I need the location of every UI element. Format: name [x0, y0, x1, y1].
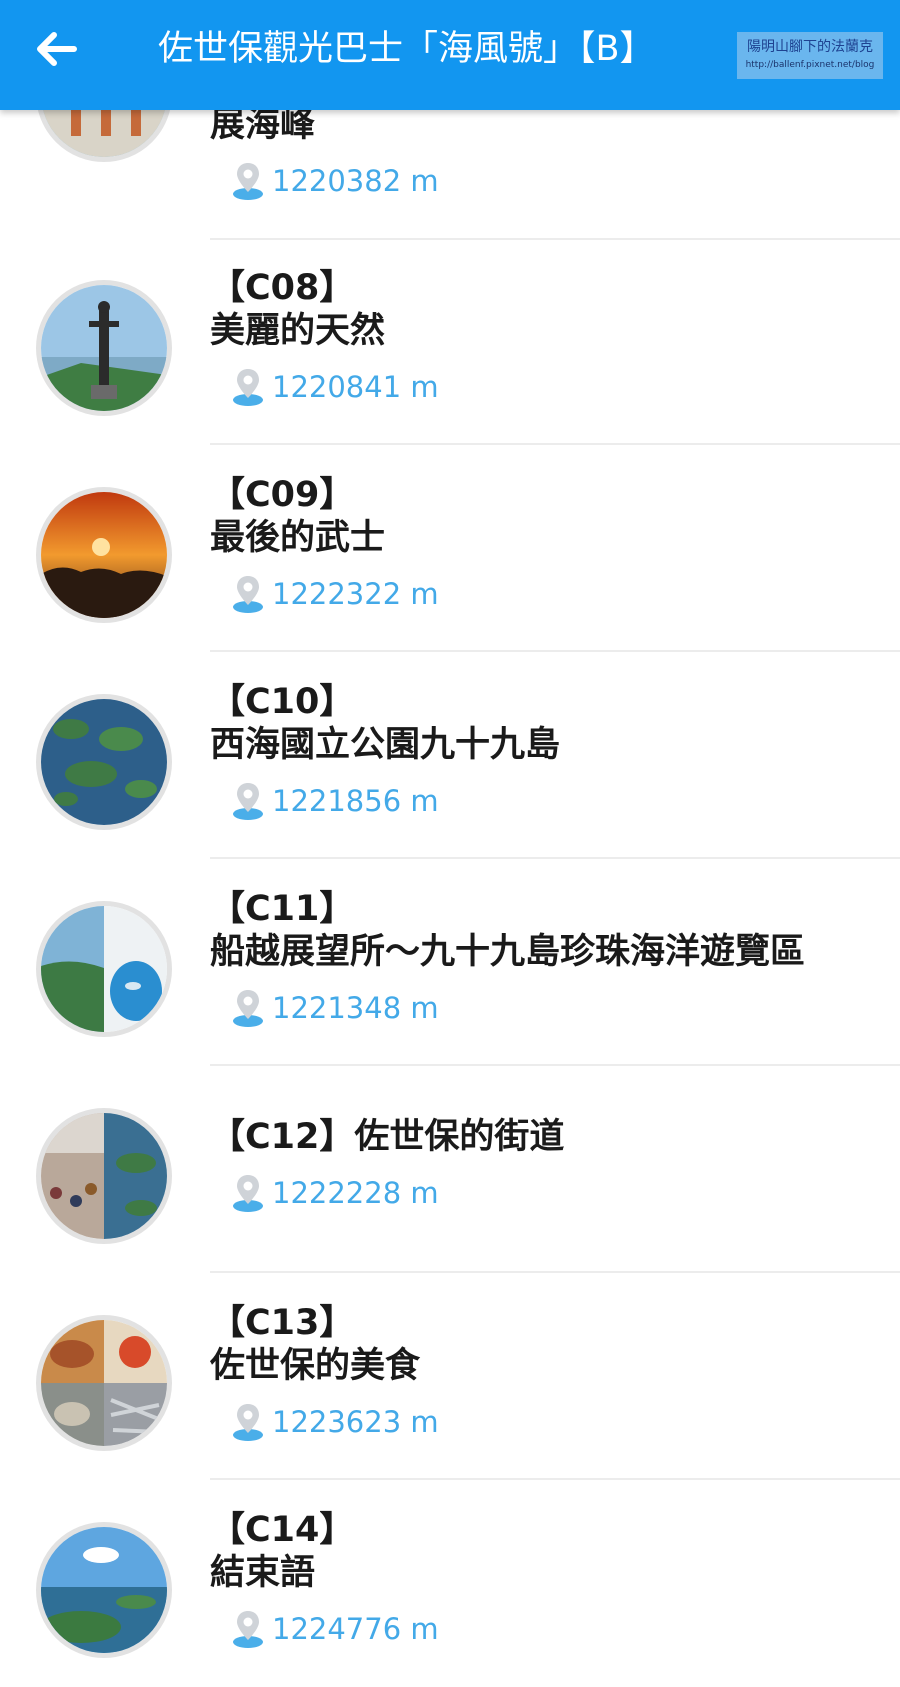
spot-thumbnail: [36, 1315, 172, 1451]
spot-distance: 1222322 m: [232, 573, 439, 615]
location-pin-icon: [233, 369, 263, 406]
arrow-left-icon: [37, 32, 77, 66]
list-item-c13[interactable]: 【C13】 佐世保的美食 1223623 m: [0, 1273, 900, 1480]
spot-code: 【C13】: [210, 1303, 355, 1343]
spot-code: 【C11】: [210, 889, 355, 929]
spot-code: 【C08】: [210, 268, 355, 308]
distance-value: 1224776 m: [272, 1612, 439, 1646]
spot-code: 【C14】: [210, 1510, 355, 1550]
spot-distance: 1220382 m: [232, 160, 439, 202]
location-pin-icon: [233, 1611, 263, 1648]
spot-thumbnail: [36, 280, 172, 416]
list-item-c11[interactable]: 【C11】 船越展望所～九十九島珍珠海洋遊覽區 1221348 m: [0, 859, 900, 1066]
spot-distance: 1224776 m: [232, 1608, 439, 1650]
spot-distance: 1222228 m: [232, 1172, 439, 1214]
location-pin-icon: [233, 163, 263, 200]
spot-name: 【C12】佐世保的街道: [210, 1117, 565, 1157]
location-pin-icon: [233, 990, 263, 1027]
distance-value: 1220841 m: [272, 370, 439, 404]
list-item-c09[interactable]: 【C09】 最後的武士 1222322 m: [0, 445, 900, 652]
distance-value: 1221856 m: [272, 784, 439, 818]
location-pin-icon: [233, 1175, 263, 1212]
spot-distance: 1223623 m: [232, 1401, 439, 1443]
spot-name: 船越展望所～九十九島珍珠海洋遊覽區: [210, 932, 806, 972]
location-pin-icon: [233, 783, 263, 820]
spot-thumbnail: [36, 1522, 172, 1658]
spot-thumbnail: [36, 694, 172, 830]
back-button[interactable]: [28, 26, 84, 72]
location-pin-icon: [233, 1404, 263, 1441]
spot-thumbnail: [36, 901, 172, 1037]
watermark-name: 陽明山腳下的法蘭克: [747, 39, 873, 55]
spot-name: 西海國立公園九十九島: [210, 725, 561, 765]
spot-distance: 1221856 m: [232, 780, 439, 822]
distance-value: 1221348 m: [272, 991, 439, 1025]
page-title: 佐世保觀光巴士「海風號」【B】: [158, 29, 655, 69]
spot-distance: 1220841 m: [232, 366, 439, 408]
spot-list: 展海峰 1220382 m 【C08】 美麗的天然 1220841 m 【C09…: [0, 0, 900, 1675]
app-bar: 佐世保觀光巴士「海風號」【B】 陽明山腳下的法蘭克 http://ballenf…: [0, 0, 900, 110]
spot-name: 最後的武士: [210, 518, 386, 558]
watermark: 陽明山腳下的法蘭克 http://ballenf.pixnet.net/blog: [737, 32, 883, 79]
spot-name: 結束語: [210, 1553, 316, 1593]
list-item-c10[interactable]: 【C10】 西海國立公園九十九島 1221856 m: [0, 652, 900, 859]
spot-code: 【C09】: [210, 475, 355, 515]
location-pin-icon: [233, 576, 263, 613]
spot-distance: 1221348 m: [232, 987, 439, 1029]
distance-value: 1222322 m: [272, 577, 439, 611]
list-item-c08[interactable]: 【C08】 美麗的天然 1220841 m: [0, 238, 900, 445]
list-item-c12[interactable]: 【C12】佐世保的街道 1222228 m: [0, 1066, 900, 1273]
watermark-url: http://ballenf.pixnet.net/blog: [745, 60, 875, 70]
list-item-c14[interactable]: 【C14】 結束語 1224776 m: [0, 1480, 900, 1687]
spot-thumbnail: [36, 487, 172, 623]
spot-thumbnail: [36, 1108, 172, 1244]
distance-value: 1220382 m: [272, 164, 439, 198]
distance-value: 1223623 m: [272, 1405, 439, 1439]
spot-name: 佐世保的美食: [210, 1346, 421, 1386]
distance-value: 1222228 m: [272, 1176, 439, 1210]
spot-name: 美麗的天然: [210, 311, 386, 351]
spot-code: 【C10】: [210, 682, 355, 722]
